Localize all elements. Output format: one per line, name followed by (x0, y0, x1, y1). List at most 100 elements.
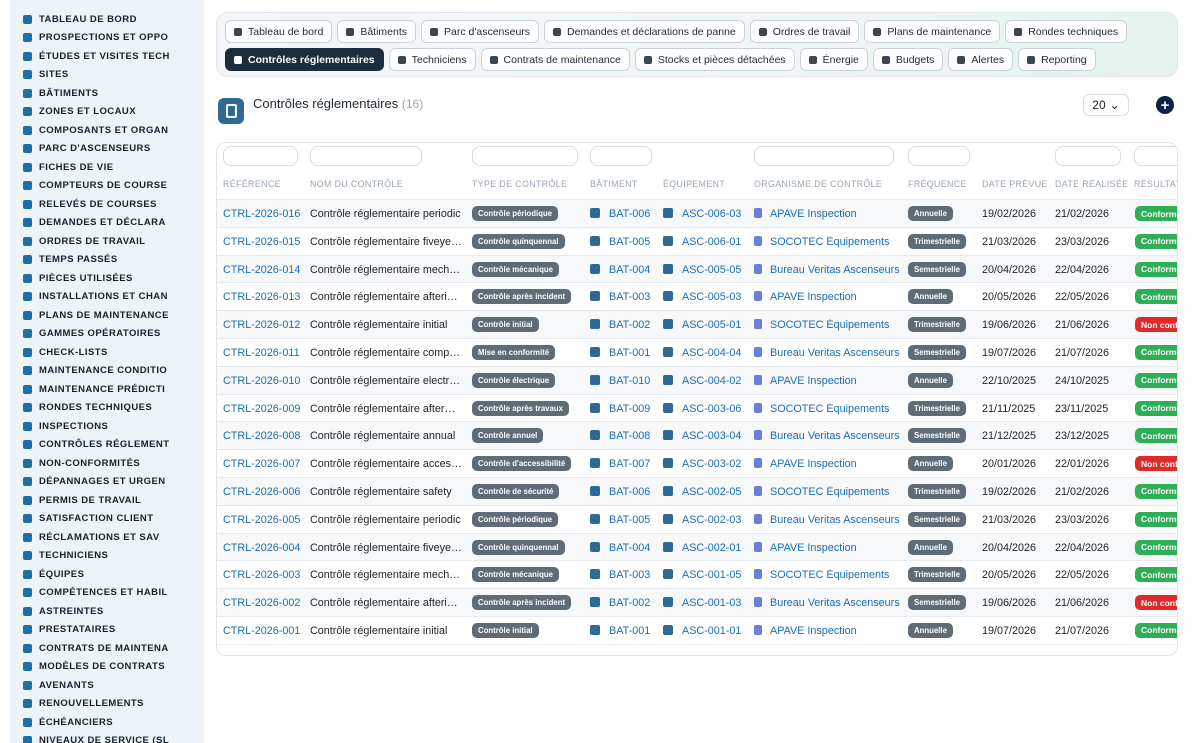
equipment-cell[interactable]: ASC-005-03 (663, 291, 741, 303)
equipment-link[interactable]: ASC-002-05 (682, 486, 741, 498)
tab-batiments[interactable]: Bâtiments (337, 20, 416, 43)
equipment-cell[interactable]: ASC-003-02 (663, 458, 741, 470)
column-filter-input[interactable] (1055, 146, 1121, 166)
sidebar-item-temps-passes[interactable]: TEMPS PASSÉS (10, 251, 204, 270)
sidebar-item-non-conformites[interactable]: NON-CONFORMITÉS (10, 454, 204, 473)
organisme-link[interactable]: APAVE Inspection (770, 542, 857, 554)
equipment-link[interactable]: ASC-006-03 (682, 208, 741, 220)
sidebar-item-fiches-de-vie[interactable]: FICHES DE VIE (10, 158, 204, 177)
organisme-cell[interactable]: Bureau Veritas Ascenseurs (754, 263, 900, 276)
table-row[interactable]: CTRL-2026-012 Contrôle réglementaire init… (217, 311, 1177, 339)
sidebar-item-equipes[interactable]: ÉQUIPES (10, 565, 204, 584)
reference-link[interactable]: CTRL-2026-001 (223, 625, 300, 637)
tab-parc-d-ascenseurs[interactable]: Parc d'ascenseurs (421, 20, 540, 43)
table-row[interactable]: CTRL-2026-008 Contrôle réglementaire annu… (217, 422, 1177, 451)
organisme-cell[interactable]: APAVE Inspection (754, 291, 857, 303)
sidebar-item-astreintes[interactable]: ASTREINTES (10, 602, 204, 621)
equipment-link[interactable]: ASC-001-05 (682, 569, 741, 581)
equipment-cell[interactable]: ASC-003-04 (663, 430, 741, 442)
table-row[interactable]: CTRL-2026-006 Contrôle réglementaire safe… (217, 477, 1177, 506)
organisme-link[interactable]: SOCOTEC Équipements (770, 486, 889, 498)
reference-link[interactable]: CTRL-2026-011 (223, 347, 300, 359)
organisme-cell[interactable]: SOCOTEC Équipements (754, 569, 889, 581)
sidebar-item-reclamations-et-sav[interactable]: RÉCLAMATIONS ET SAV (10, 528, 204, 547)
sidebar-item-prospections-et-oppo[interactable]: PROSPECTIONS ET OPPO (10, 29, 204, 48)
building-link[interactable]: BAT-006 (609, 208, 650, 220)
reference-link[interactable]: CTRL-2026-003 (223, 569, 300, 581)
tab-alertes[interactable]: Alertes (948, 48, 1014, 71)
organisme-link[interactable]: Bureau Veritas Ascenseurs (770, 264, 900, 276)
organisme-link[interactable]: APAVE Inspection (770, 625, 857, 637)
organisme-cell[interactable]: APAVE Inspection (754, 624, 857, 637)
equipment-link[interactable]: ASC-005-05 (682, 264, 741, 276)
sidebar-item-techniciens[interactable]: TECHNICIENS (10, 547, 204, 566)
equipment-link[interactable]: ASC-002-01 (682, 542, 741, 554)
organisme-link[interactable]: Bureau Veritas Ascenseurs (770, 514, 900, 526)
sidebar-item-niveaux-de-service-sl[interactable]: NIVEAUX DE SERVICE (SL (10, 732, 204, 743)
building-cell[interactable]: BAT-010 (590, 374, 650, 387)
column-filter-input[interactable] (1134, 146, 1177, 166)
sidebar-item-contrats-de-maintena[interactable]: CONTRATS DE MAINTENA (10, 639, 204, 658)
table-row[interactable]: CTRL-2026-007 Contrôle réglementaire acce… (217, 450, 1177, 478)
table-row[interactable]: CTRL-2026-013 Contrôle réglementaire afte… (217, 283, 1177, 312)
column-filter-input[interactable] (908, 146, 970, 166)
sidebar-item-controles-reglement[interactable]: CONTRÔLES RÉGLEMENT (10, 436, 204, 455)
equipment-cell[interactable]: ASC-001-05 (663, 569, 741, 581)
building-link[interactable]: BAT-010 (609, 375, 650, 387)
building-link[interactable]: BAT-008 (609, 430, 650, 442)
organisme-cell[interactable]: APAVE Inspection (754, 374, 857, 387)
equipment-cell[interactable]: ASC-002-03 (663, 513, 741, 526)
sidebar-item-etudes-et-visites-tech[interactable]: ÉTUDES ET VISITES TECH (10, 47, 204, 66)
sidebar-item-modeles-de-contrats[interactable]: MODÈLES DE CONTRATS (10, 658, 204, 677)
reference-link[interactable]: CTRL-2026-014 (223, 264, 300, 276)
column-filter-input[interactable] (754, 146, 894, 166)
building-link[interactable]: BAT-004 (609, 542, 650, 554)
building-cell[interactable]: BAT-002 (590, 597, 650, 609)
sidebar-item-composants-et-organ[interactable]: COMPOSANTS ET ORGAN (10, 121, 204, 140)
column-filter-input[interactable] (223, 146, 298, 166)
sidebar-item-batiments[interactable]: BÂTIMENTS (10, 84, 204, 103)
sidebar-item-zones-et-locaux[interactable]: ZONES ET LOCAUX (10, 103, 204, 122)
building-link[interactable]: BAT-006 (609, 486, 650, 498)
table-row[interactable]: CTRL-2026-001 Contrôle réglementaire init… (217, 617, 1177, 645)
organisme-cell[interactable]: SOCOTEC Équipements (754, 485, 889, 498)
tab-energie[interactable]: Énergie (799, 48, 868, 71)
equipment-cell[interactable]: ASC-002-05 (663, 485, 741, 498)
building-link[interactable]: BAT-002 (609, 319, 650, 331)
equipment-link[interactable]: ASC-003-02 (682, 458, 741, 470)
organisme-cell[interactable]: SOCOTEC Équipements (754, 235, 889, 248)
table-row[interactable]: CTRL-2026-015 Contrôle réglementaire five… (217, 228, 1177, 256)
building-link[interactable]: BAT-001 (609, 625, 650, 637)
organisme-cell[interactable]: Bureau Veritas Ascenseurs (754, 513, 900, 526)
tab-ordres-de-travail[interactable]: Ordres de travail (749, 20, 860, 43)
table-row[interactable]: CTRL-2026-009 Contrôle réglementaire afte… (217, 395, 1177, 423)
sidebar-item-avenants[interactable]: AVENANTS (10, 676, 204, 695)
sidebar-item-parc-d-ascenseurs[interactable]: PARC D'ASCENSEURS (10, 140, 204, 159)
reference-link[interactable]: CTRL-2026-016 (223, 208, 300, 220)
sidebar-item-releves-de-courses[interactable]: RELEVÉS DE COURSES (10, 195, 204, 214)
organisme-link[interactable]: SOCOTEC Équipements (770, 403, 889, 415)
column-filter-input[interactable] (310, 146, 422, 166)
equipment-cell[interactable]: ASC-006-01 (663, 235, 741, 248)
building-link[interactable]: BAT-002 (609, 597, 650, 609)
reference-link[interactable]: CTRL-2026-012 (223, 319, 300, 331)
sidebar-item-competences-et-habil[interactable]: COMPÉTENCES ET HABIL (10, 584, 204, 603)
organisme-link[interactable]: SOCOTEC Équipements (770, 319, 889, 331)
organisme-link[interactable]: APAVE Inspection (770, 375, 857, 387)
sidebar-item-permis-de-travail[interactable]: PERMIS DE TRAVAIL (10, 491, 204, 510)
building-link[interactable]: BAT-003 (609, 291, 650, 303)
sidebar-item-plans-de-maintenance[interactable]: PLANS DE MAINTENANCE (10, 306, 204, 325)
sidebar-item-inspections[interactable]: INSPECTIONS (10, 417, 204, 436)
tab-demandes-et-declarations-de-panne[interactable]: Demandes et déclarations de panne (544, 20, 745, 43)
sidebar-item-maintenance-predicti[interactable]: MAINTENANCE PRÉDICTI (10, 380, 204, 399)
equipment-link[interactable]: ASC-001-01 (682, 625, 741, 637)
column-header[interactable]: RÉFÉRENCE (223, 179, 281, 189)
reference-link[interactable]: CTRL-2026-013 (223, 291, 300, 303)
equipment-link[interactable]: ASC-003-06 (682, 403, 741, 415)
equipment-link[interactable]: ASC-005-03 (682, 291, 741, 303)
organisme-cell[interactable]: SOCOTEC Équipements (754, 402, 889, 415)
table-row[interactable]: CTRL-2026-010 Contrôle réglementaire elec… (217, 366, 1177, 395)
tab-rondes-techniques[interactable]: Rondes techniques (1005, 20, 1128, 43)
organisme-cell[interactable]: APAVE Inspection (754, 458, 857, 470)
table-row[interactable]: CTRL-2026-004 Contrôle réglementaire five… (217, 533, 1177, 562)
